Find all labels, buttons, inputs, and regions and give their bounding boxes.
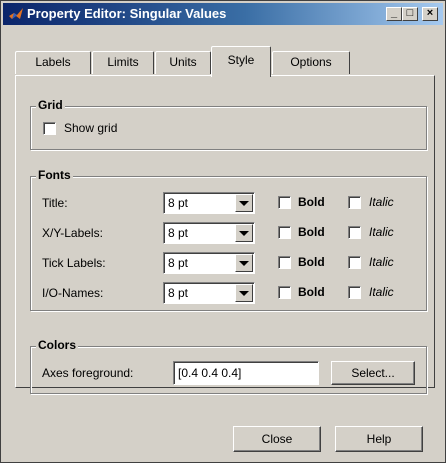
xy-labels-font-size-dropdown[interactable]: 8 pt	[163, 222, 255, 244]
close-button[interactable]: Close	[233, 426, 321, 452]
axes-foreground-field[interactable]: [0.4 0.4 0.4]	[173, 361, 319, 385]
bold-label: Bold	[298, 195, 325, 209]
xy-labels-bold-checkbox[interactable]	[278, 226, 291, 239]
select-color-button[interactable]: Select...	[331, 361, 415, 385]
matlab-logo-icon	[9, 8, 23, 19]
grid-group: Grid Show grid	[30, 98, 427, 150]
close-icon: ×	[426, 7, 434, 19]
io-names-font-size-dropdown[interactable]: 8 pt	[163, 282, 255, 304]
chevron-down-icon	[239, 261, 249, 266]
italic-label: Italic	[369, 195, 394, 209]
colors-group: Colors Axes foreground: [0.4 0.4 0.4] Se…	[30, 338, 427, 394]
tick-labels-font-size-dropdown[interactable]: 8 pt	[163, 252, 255, 274]
tab-strip: Labels Limits Units Style Options	[15, 46, 435, 77]
font-row-label-title: Title:	[42, 196, 68, 210]
grid-group-title: Grid	[36, 98, 65, 112]
show-grid-checkbox[interactable]	[43, 122, 56, 135]
font-row-label-xy-labels: X/Y-Labels:	[42, 226, 103, 240]
axes-foreground-value: [0.4 0.4 0.4]	[178, 366, 242, 380]
tab-units[interactable]: Units	[155, 51, 211, 74]
dropdown-button[interactable]	[235, 254, 253, 272]
xy-labels-italic-checkbox[interactable]	[348, 226, 361, 239]
fonts-group-title: Fonts	[36, 168, 73, 182]
title-bold-checkbox[interactable]	[278, 196, 291, 209]
minimize-button[interactable]: _	[386, 7, 402, 21]
show-grid-label: Show grid	[64, 121, 118, 135]
chevron-down-icon	[239, 291, 249, 296]
close-window-button[interactable]: ×	[422, 7, 438, 21]
help-button[interactable]: Help	[335, 426, 423, 452]
io-names-italic-checkbox[interactable]	[348, 286, 361, 299]
io-names-bold-checkbox[interactable]	[278, 286, 291, 299]
italic-label: Italic	[369, 225, 394, 239]
title-font-size-dropdown[interactable]: 8 pt	[163, 192, 255, 214]
dropdown-button[interactable]	[235, 224, 253, 242]
colors-group-title: Colors	[36, 338, 79, 352]
axes-foreground-label: Axes foreground:	[42, 366, 134, 380]
italic-label: Italic	[369, 255, 394, 269]
font-row-label-io-names: I/O-Names:	[42, 286, 104, 300]
dropdown-button[interactable]	[235, 194, 253, 212]
style-tab-panel: Grid Show grid Fonts Title: 8 pt Bold It…	[15, 75, 435, 394]
window-title: Property Editor: Singular Values	[27, 6, 227, 21]
bold-label: Bold	[298, 225, 325, 239]
bold-label: Bold	[298, 285, 325, 299]
title-italic-checkbox[interactable]	[348, 196, 361, 209]
tab-limits[interactable]: Limits	[92, 51, 154, 74]
tick-labels-italic-checkbox[interactable]	[348, 256, 361, 269]
maximize-icon: □	[406, 7, 414, 19]
chevron-down-icon	[239, 201, 249, 206]
dropdown-button[interactable]	[235, 284, 253, 302]
tab-style[interactable]: Style	[211, 46, 271, 77]
title-bar[interactable]: Property Editor: Singular Values _ □ ×	[3, 3, 443, 25]
tick-labels-bold-checkbox[interactable]	[278, 256, 291, 269]
minimize-icon: _	[390, 7, 398, 19]
chevron-down-icon	[239, 231, 249, 236]
property-editor-window: Property Editor: Singular Values _ □ × L…	[0, 0, 446, 463]
tab-options[interactable]: Options	[272, 51, 350, 74]
maximize-button[interactable]: □	[402, 7, 418, 21]
italic-label: Italic	[369, 285, 394, 299]
font-row-label-tick-labels: Tick Labels:	[42, 256, 106, 270]
fonts-group: Fonts Title: 8 pt Bold Italic X/Y-Labels…	[30, 168, 427, 311]
bold-label: Bold	[298, 255, 325, 269]
tab-labels[interactable]: Labels	[15, 51, 91, 74]
